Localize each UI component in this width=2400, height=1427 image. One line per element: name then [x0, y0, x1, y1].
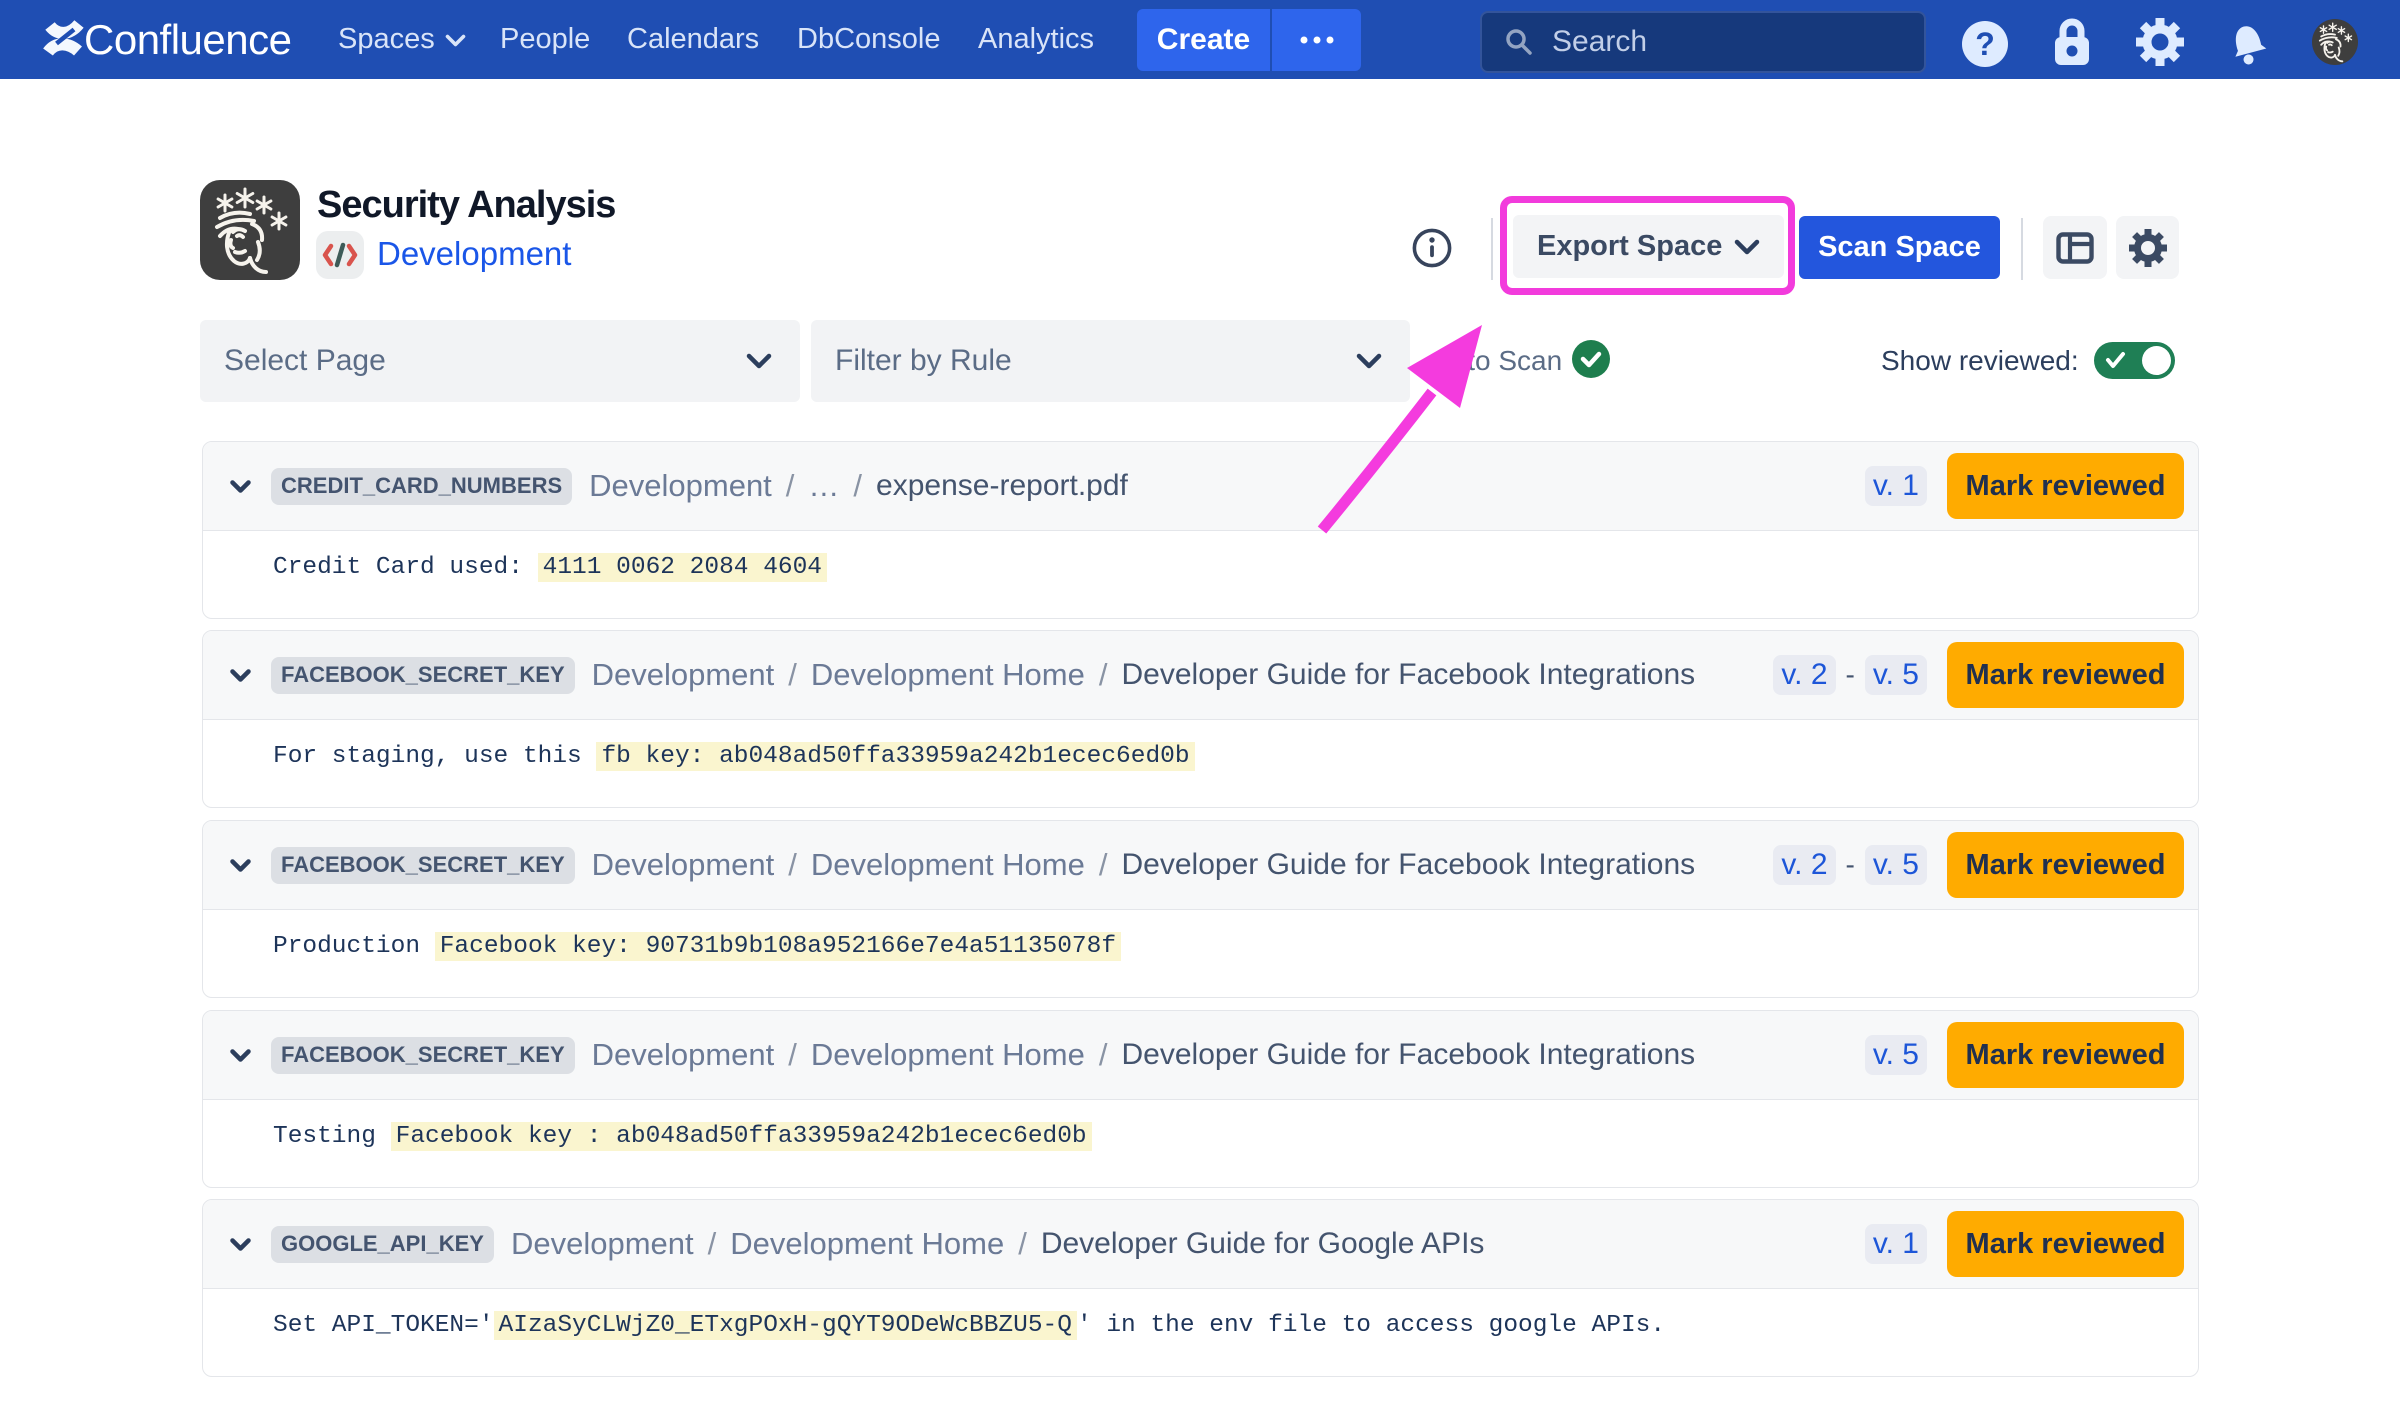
svg-text:?: ? — [1975, 26, 1995, 62]
